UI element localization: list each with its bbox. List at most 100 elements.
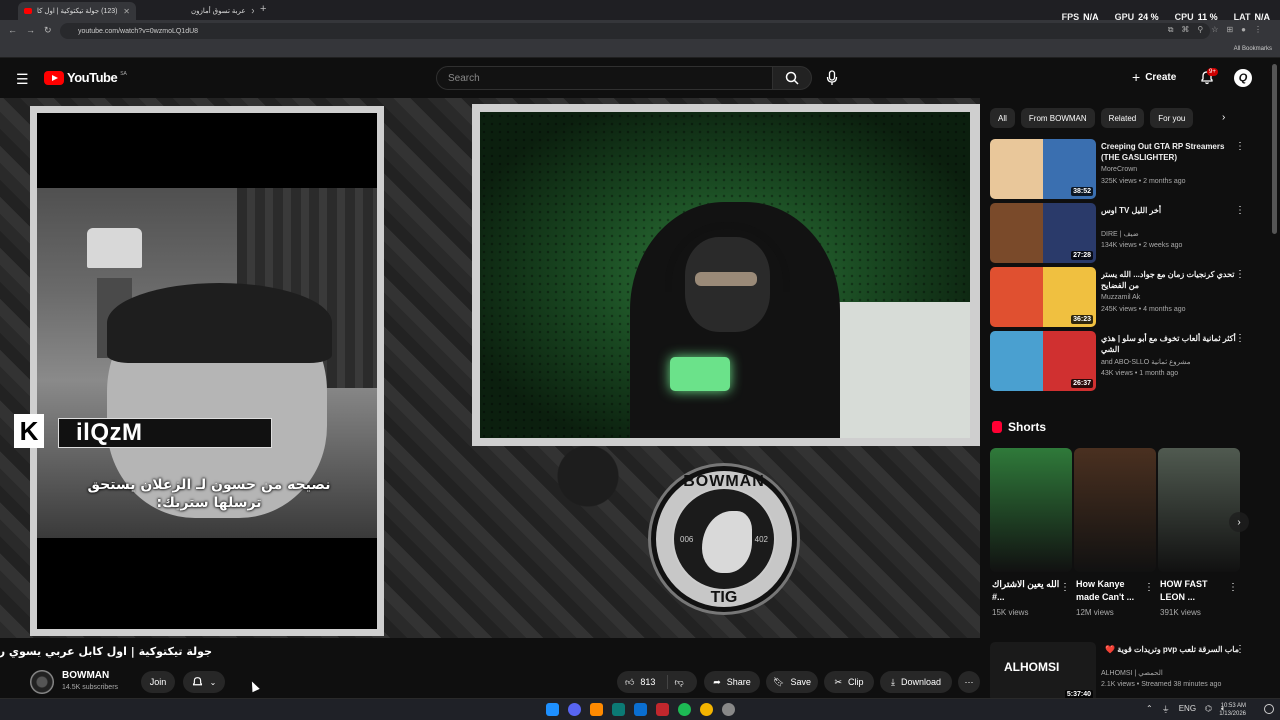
windows-start-icon[interactable]: [546, 703, 559, 716]
recommendation-item[interactable]: 36:23 تحدي كرنجيات زمان مع جواد... الله ي…: [990, 267, 1260, 327]
download-icon: ⤓: [890, 676, 895, 687]
close-tab-icon[interactable]: ✕: [123, 7, 130, 16]
shorts-header: Shorts: [992, 420, 1046, 434]
more-icon[interactable]: ⋮: [1235, 644, 1245, 655]
app-icon[interactable]: [656, 703, 669, 716]
more-icon[interactable]: ⋮: [1235, 205, 1245, 216]
more-icon[interactable]: ⋮: [1144, 582, 1154, 593]
page-scrollbar[interactable]: [1272, 64, 1277, 234]
short-title[interactable]: الله يعين الاشتراك #...: [992, 578, 1064, 604]
spotify-icon[interactable]: [678, 703, 691, 716]
edge-icon[interactable]: [612, 703, 625, 716]
more-actions-button[interactable]: ⋯: [958, 671, 980, 693]
short-title[interactable]: HOW FAST LEON ...: [1160, 578, 1232, 604]
recommendation-item[interactable]: 26:37 أكثر ثمانية ألعاب تخوف مع أبو سلو |…: [990, 331, 1260, 391]
join-button[interactable]: Join: [141, 671, 175, 693]
notification-center-icon[interactable]: [1264, 704, 1274, 714]
install-icon[interactable]: ⧉: [1168, 25, 1174, 35]
dislike-button[interactable]: 👎︎: [674, 677, 683, 688]
recommendation-item[interactable]: 27:28 اوس TV أخر الليل DIRE | ضيف 134K view…: [990, 203, 1260, 263]
logo-text: YouTube: [67, 70, 118, 85]
chrome-icon[interactable]: [700, 703, 713, 716]
like-count: 813: [640, 677, 656, 687]
close-tab-icon[interactable]: ✕: [251, 7, 254, 16]
microphone-shape: [670, 357, 730, 391]
extensions-icon[interactable]: ⊞: [1226, 25, 1233, 35]
language-indicator[interactable]: ENG: [1179, 704, 1196, 715]
save-button[interactable]: 🔖︎ Save: [766, 671, 818, 693]
more-icon[interactable]: ⋮: [1235, 269, 1245, 280]
recommendation-item[interactable]: 38:52 Creeping Out GTA RP Streamers (THE …: [990, 139, 1260, 199]
shorts-next-button[interactable]: ›: [1229, 512, 1249, 532]
more-icon[interactable]: ⋮: [1060, 582, 1070, 593]
subscription-bell-button[interactable]: ⌄: [183, 671, 225, 693]
chip-all[interactable]: All: [990, 108, 1015, 128]
voice-search-button[interactable]: [826, 70, 838, 91]
search-input[interactable]: Search: [436, 66, 773, 90]
account-avatar[interactable]: Q: [1234, 69, 1252, 87]
reload-icon[interactable]: ↻: [44, 25, 52, 36]
chip-related[interactable]: Related: [1100, 108, 1145, 128]
all-bookmarks[interactable]: All Bookmarks: [1234, 46, 1272, 52]
like-button[interactable]: 👍︎ 813: [625, 677, 655, 688]
sidebar-chip-row: All From BOWMAN Related For you: [990, 108, 1194, 128]
browser-tab-youtube[interactable]: (123) جولة تيكتوكية | اول كا ✕: [18, 2, 136, 20]
create-button[interactable]: + Create: [1132, 69, 1176, 85]
app-icon[interactable]: [590, 703, 603, 716]
network-icon[interactable]: ⌬: [1205, 704, 1212, 715]
video-title: جولة تيكتوكية | اول كابل عربي يسوي راب !…: [0, 645, 212, 658]
webcam-panel: [472, 104, 980, 446]
browser-tab-amazon[interactable]: عربة تسوق أمازون ✕: [140, 2, 254, 20]
channel-name[interactable]: BOWMAN: [62, 670, 109, 681]
video-duration: 38:52: [1071, 187, 1093, 196]
browser-menu-icon[interactable]: ⋮: [1254, 25, 1262, 35]
more-icon[interactable]: ⋮: [1228, 582, 1238, 593]
zoom-icon[interactable]: ⚲: [1197, 25, 1203, 35]
translate-icon[interactable]: ⌘: [1181, 25, 1189, 35]
short-thumbnail[interactable]: [1158, 448, 1240, 572]
chevron-right-icon[interactable]: ›: [1222, 112, 1225, 123]
youtube-favicon-icon: [24, 8, 32, 14]
more-icon[interactable]: ⋮: [1235, 333, 1245, 344]
app-icon[interactable]: [634, 703, 647, 716]
scissors-icon: ✂: [834, 676, 843, 687]
short-thumbnail[interactable]: [990, 448, 1072, 572]
clip-caption: نصيحه من حسون لـ الزعلان يستحق ترسلها ست…: [59, 476, 359, 512]
clip-button[interactable]: ✂ Clip: [824, 671, 874, 693]
youtube-logo[interactable]: YouTube SA: [44, 70, 127, 85]
clock[interactable]: 10:53 AM 1/13/2026: [1219, 702, 1246, 718]
save-label: Save: [790, 677, 811, 687]
bookmark-star-icon[interactable]: ☆: [1211, 25, 1218, 35]
video-title: اوس TV أخر الليل: [1101, 206, 1162, 215]
download-button[interactable]: ⤓ Download: [880, 671, 952, 693]
share-button[interactable]: ➦ Share: [704, 671, 760, 693]
chip-for-you[interactable]: For you: [1150, 108, 1194, 128]
create-label: Create: [1145, 71, 1177, 83]
recommendation-live[interactable]: ALHOMSI 5:37:40 ماب السرقة تلعب pvp وتري…: [990, 642, 1260, 702]
short-title[interactable]: How Kanye made Can't ...: [1076, 578, 1148, 604]
video-player[interactable]: نصيحه من حسون لـ الزعلان يستحق ترسلها ست…: [0, 98, 980, 638]
profile-icon[interactable]: ●: [1241, 25, 1246, 35]
usb-icon[interactable]: ⏚: [1162, 704, 1170, 715]
more-icon: ⋯: [964, 676, 974, 687]
webcam-frame: [480, 112, 970, 438]
thumbnail-text: ALHOMSI: [1004, 660, 1060, 674]
forward-icon[interactable]: →: [26, 25, 35, 35]
more-icon[interactable]: ⋮: [1235, 141, 1245, 152]
discord-icon[interactable]: [568, 703, 581, 716]
settings-icon[interactable]: [722, 703, 735, 716]
url-field[interactable]: youtube.com/watch?v=0wzmoLQ1dU8: [60, 23, 1210, 39]
hamburger-menu-icon[interactable]: ☰: [16, 71, 29, 88]
chip-from-bowman[interactable]: From BOWMAN: [1020, 108, 1095, 128]
video-title: أكثر ثمانية ألعاب تخوف مع أبو سلو | هذي …: [1101, 334, 1236, 354]
search-button[interactable]: [772, 66, 812, 90]
short-thumbnail[interactable]: [1074, 448, 1156, 572]
search-placeholder: Search: [448, 72, 480, 84]
chevron-up-icon[interactable]: ⌃: [1146, 704, 1153, 715]
new-tab-icon[interactable]: +: [260, 3, 266, 15]
back-icon[interactable]: ←: [8, 25, 17, 35]
channel-avatar[interactable]: [30, 670, 54, 694]
youtube-play-icon: [44, 70, 64, 85]
caption-line-2: ترسلها ستريك:: [156, 495, 262, 511]
video-thumbnail: ALHOMSI 5:37:40: [990, 642, 1096, 702]
